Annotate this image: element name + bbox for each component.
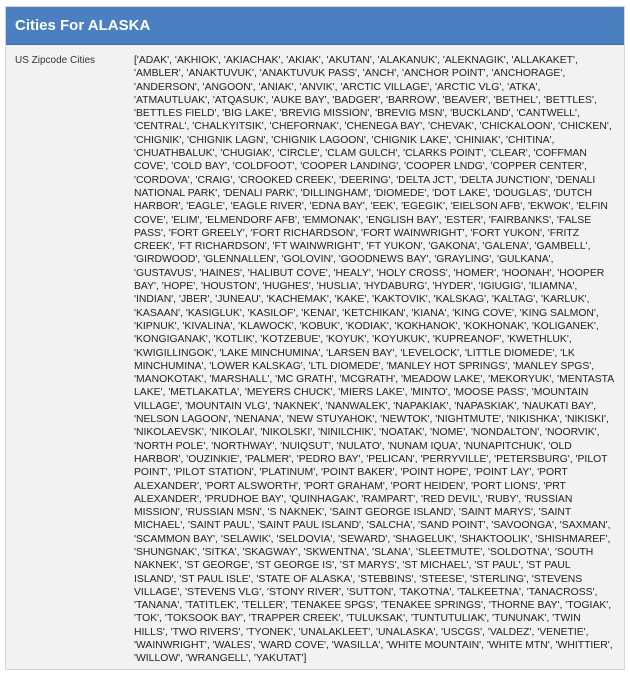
- zipcode-cities-row: US Zipcode Cities ['ADAK', 'AKHIOK', 'AK…: [6, 45, 624, 666]
- panel-title: Cities For ALASKA: [6, 7, 624, 45]
- row-label: US Zipcode Cities: [15, 55, 96, 66]
- cities-panel: Cities For ALASKA US Zipcode Cities ['AD…: [5, 6, 625, 670]
- cities-list: ['ADAK', 'AKHIOK', 'AKIACHAK', 'AKIAK', …: [134, 55, 614, 665]
